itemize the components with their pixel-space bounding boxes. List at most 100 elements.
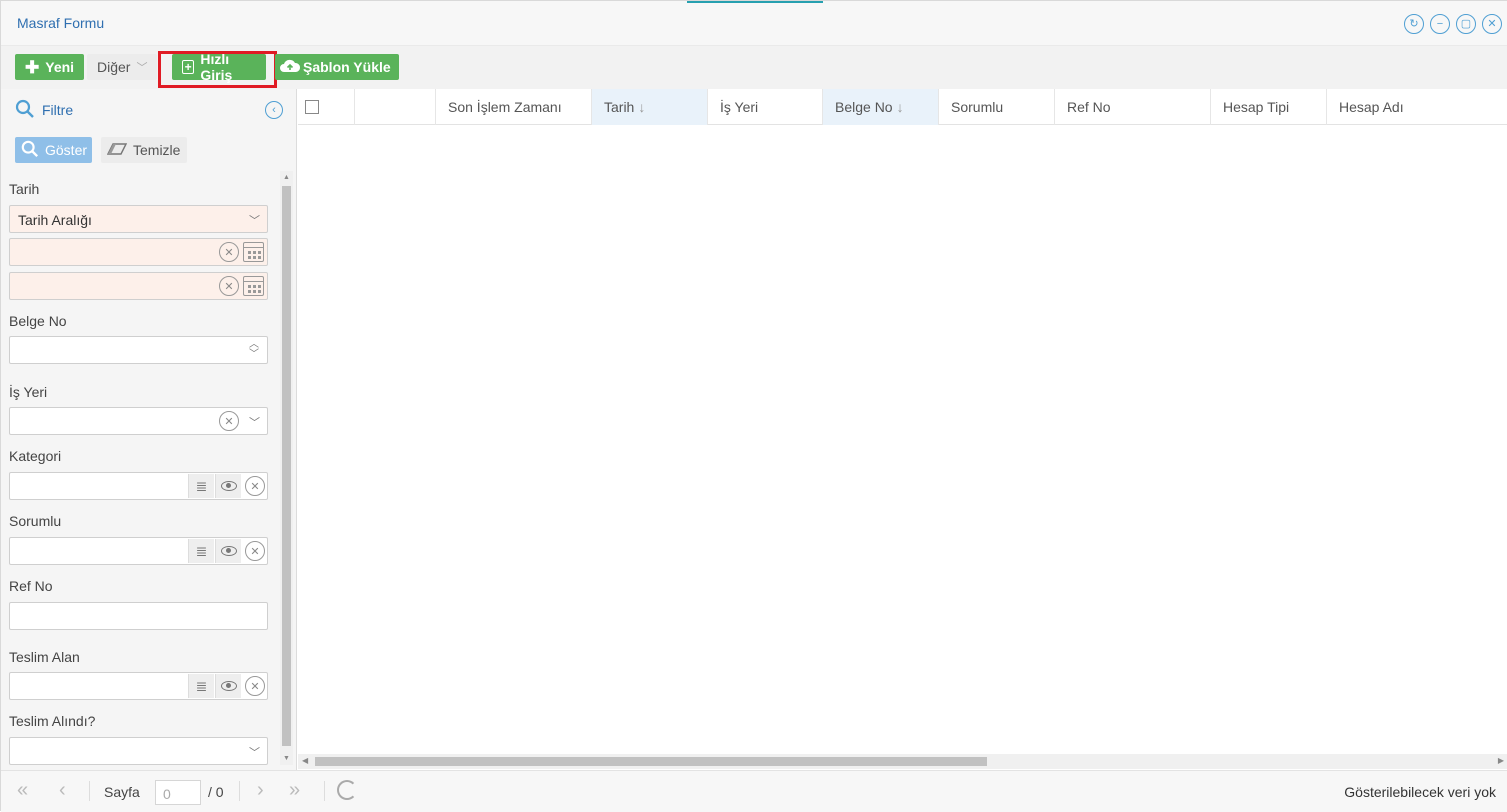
chevron-down-icon: ﹀	[136, 62, 148, 74]
filter-panel: Filtre ‹ Göster Temizle Tarih Tarih Aral…	[1, 89, 297, 770]
spinner-icon[interactable]: ︿ ﹀	[249, 340, 259, 360]
clear-icon[interactable]: ✕	[219, 276, 239, 296]
workplace-select[interactable]: ✕ ﹀	[9, 407, 268, 435]
eye-icon[interactable]	[215, 539, 241, 563]
pager: « ‹ Sayfa 0 / 0 › » Gösterilebilecek ver…	[1, 770, 1507, 812]
page-input[interactable]: 0	[155, 780, 201, 805]
column-header-account-type[interactable]: Hesap Tipi	[1211, 89, 1327, 125]
calendar-icon[interactable]	[243, 276, 264, 296]
grid-horizontal-scrollbar[interactable]: ◀ ▶	[298, 754, 1507, 769]
search-icon	[15, 99, 35, 122]
pager-status: Gösterilebilecek veri yok	[1344, 784, 1496, 800]
page-label: Sayfa	[104, 784, 140, 800]
filter-scrollbar[interactable]: ▲ ▼	[280, 171, 293, 765]
quick-entry-button[interactable]: + Hızlı Giriş	[172, 51, 266, 83]
chevron-down-icon: ﹀	[249, 747, 260, 759]
category-label: Kategori	[9, 448, 62, 464]
column-header-date[interactable]: Tarih ↓	[592, 89, 708, 125]
last-page-icon[interactable]: »	[289, 780, 300, 800]
column-header-last-action-time[interactable]: Son İşlem Zamanı	[436, 89, 592, 125]
eraser-icon	[106, 142, 128, 159]
scroll-thumb[interactable]	[315, 757, 987, 766]
show-button[interactable]: Göster	[15, 137, 92, 163]
scroll-left-icon[interactable]: ◀	[302, 756, 308, 765]
divider	[324, 781, 325, 801]
column-header-workplace[interactable]: İş Yeri	[708, 89, 823, 125]
clear-icon[interactable]: ✕	[219, 242, 239, 262]
chevron-down-icon: ﹀	[249, 417, 260, 429]
column-header-ref-no[interactable]: Ref No	[1055, 89, 1211, 125]
new-button[interactable]: ✚ Yeni	[15, 54, 85, 80]
window-controls: ↻ − ▢ ✕	[1404, 14, 1502, 34]
new-button-label: Yeni	[45, 59, 75, 75]
show-button-label: Göster	[45, 142, 88, 158]
scroll-right-icon[interactable]: ▶	[1498, 756, 1504, 765]
scroll-thumb[interactable]	[282, 186, 291, 746]
list-icon[interactable]: ≣	[188, 474, 214, 498]
responsible-field[interactable]: ≣ ✕	[9, 537, 268, 565]
clear-icon[interactable]: ✕	[245, 676, 265, 696]
sort-down-icon: ↓	[896, 99, 904, 115]
received-select[interactable]: ﹀	[9, 737, 268, 765]
column-select-all[interactable]	[298, 89, 355, 125]
divider	[89, 781, 90, 801]
restore-icon[interactable]: ▢	[1456, 14, 1476, 34]
column-header-doc-no[interactable]: Belge No ↓	[823, 89, 939, 125]
cloud-upload-icon	[279, 58, 301, 77]
clear-button[interactable]: Temizle	[101, 137, 187, 163]
eye-icon[interactable]	[215, 674, 241, 698]
filter-title: Filtre	[42, 102, 74, 118]
load-template-button[interactable]: Şablon Yükle	[275, 54, 399, 80]
clear-icon[interactable]: ✕	[219, 411, 239, 431]
data-grid: Son İşlem Zamanı Tarih ↓ İş Yeri Belge No…	[298, 89, 1507, 770]
date-range-value: Tarih Aralığı	[18, 212, 92, 228]
previous-page-icon[interactable]: ‹	[59, 780, 66, 800]
ref-no-label: Ref No	[9, 578, 53, 594]
quick-entry-label: Hızlı Giriş	[200, 51, 233, 83]
category-field[interactable]: ≣ ✕	[9, 472, 268, 500]
minimize-icon[interactable]: −	[1430, 14, 1450, 34]
doc-no-field[interactable]: ︿ ﹀	[9, 336, 268, 364]
accent-line	[687, 1, 823, 3]
clear-icon[interactable]: ✕	[245, 476, 265, 496]
responsible-label: Sorumlu	[9, 513, 62, 529]
date-label: Tarih	[9, 181, 40, 197]
end-date-field[interactable]: ✕	[9, 272, 268, 300]
plus-icon: ✚	[25, 57, 40, 77]
close-icon[interactable]: ✕	[1482, 14, 1502, 34]
collapse-left-icon[interactable]: ‹	[265, 101, 283, 119]
scroll-up-icon[interactable]: ▲	[283, 174, 290, 181]
select-all-checkbox[interactable]	[305, 100, 319, 114]
other-dropdown[interactable]: Diğer ﹀	[87, 54, 158, 80]
workplace-label: İş Yeri	[9, 384, 48, 400]
load-template-label: Şablon Yükle	[303, 59, 391, 75]
list-icon[interactable]: ≣	[188, 539, 214, 563]
next-page-icon[interactable]: ›	[257, 780, 264, 800]
divider	[239, 781, 240, 801]
ref-no-field[interactable]	[9, 602, 268, 630]
clear-icon[interactable]: ✕	[245, 541, 265, 561]
eye-icon[interactable]	[215, 474, 241, 498]
start-date-field[interactable]: ✕	[9, 238, 268, 266]
page-total: / 0	[208, 784, 224, 800]
scroll-down-icon[interactable]: ▼	[283, 755, 290, 762]
received-by-label: Teslim Alan	[9, 649, 80, 665]
first-page-icon[interactable]: «	[17, 780, 28, 800]
column-header-account-name[interactable]: Hesap Adı	[1327, 89, 1507, 125]
column-header[interactable]	[355, 89, 436, 125]
date-range-select[interactable]: Tarih Aralığı ﹀	[9, 205, 268, 233]
search-icon	[21, 140, 39, 161]
add-box-icon: +	[182, 60, 195, 74]
grid-header: Son İşlem Zamanı Tarih ↓ İş Yeri Belge No…	[298, 89, 1507, 125]
column-header-responsible[interactable]: Sorumlu	[939, 89, 1055, 125]
window-title: Masraf Formu	[17, 15, 105, 31]
refresh-icon[interactable]	[337, 780, 357, 800]
received-by-field[interactable]: ≣ ✕	[9, 672, 268, 700]
calendar-icon[interactable]	[243, 242, 264, 262]
received-label: Teslim Alındı?	[9, 713, 96, 729]
other-dropdown-label: Diğer	[97, 59, 131, 75]
filter-header: Filtre ‹	[1, 89, 297, 129]
clear-button-label: Temizle	[133, 142, 181, 158]
refresh-icon[interactable]: ↻	[1404, 14, 1424, 34]
list-icon[interactable]: ≣	[188, 674, 214, 698]
